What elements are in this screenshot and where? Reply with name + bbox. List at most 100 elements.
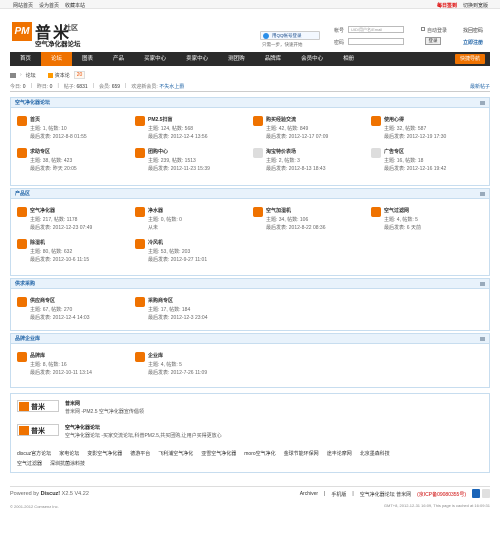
text-link[interactable]: discuz官方论坛 bbox=[17, 450, 51, 457]
water-icon[interactable] bbox=[135, 207, 145, 217]
text-link[interactable]: 变影空气净化器 bbox=[87, 450, 122, 457]
nav-products[interactable]: 产品 bbox=[103, 52, 134, 66]
text-link[interactable]: moro空气净化 bbox=[244, 450, 275, 457]
purifier-icon[interactable] bbox=[17, 207, 27, 217]
text-link[interactable]: 深圳抗菌涂料技 bbox=[50, 460, 85, 467]
section-header[interactable]: 产品区 bbox=[11, 189, 489, 199]
nav-buyer-center[interactable]: 买家中心 bbox=[134, 52, 176, 66]
link-logo-forum[interactable]: 普米 bbox=[17, 424, 59, 436]
account-input[interactable]: UID/用户名/Email bbox=[348, 26, 404, 33]
collapse-icon[interactable] bbox=[480, 192, 485, 196]
forum-name[interactable]: 冷风机 bbox=[148, 239, 163, 246]
newest-posts-link[interactable]: 最新帖子 bbox=[470, 83, 490, 90]
forum-item[interactable]: 冷风机 主题: 53, 帖数: 203 最后发表: 2012-9-27 11:01 bbox=[135, 239, 249, 267]
nav-home[interactable]: 首页 bbox=[10, 52, 41, 66]
text-link[interactable]: 空气过滤器 bbox=[17, 460, 42, 467]
forum-item[interactable]: 企业库 主题: 4, 帖数: 5 最后发表: 2012-7-26 11:09 bbox=[135, 352, 249, 380]
text-link[interactable]: 北京墨森科技 bbox=[360, 450, 390, 457]
nav-charts[interactable]: 图表 bbox=[72, 52, 103, 66]
forum-item[interactable]: PM2.5扫盲 主题: 124, 帖数: 568 最后发表: 2012-12-4 1… bbox=[135, 116, 249, 144]
auto-login-checkbox[interactable] bbox=[421, 27, 425, 31]
forum-name[interactable]: 供应商专区 bbox=[30, 297, 55, 304]
forum-name[interactable]: 使用心得 bbox=[384, 116, 404, 123]
forum-name[interactable]: 除湿机 bbox=[30, 239, 45, 246]
nav-brands[interactable]: 品牌库 bbox=[255, 52, 292, 66]
mobile-link[interactable]: 手机版 bbox=[331, 491, 346, 498]
forum-item[interactable]: 首页 主题: 1, 帖数: 10 最后发表: 2012-8-8 01:55 bbox=[17, 116, 131, 144]
buyer-icon[interactable] bbox=[135, 297, 145, 307]
forum-name[interactable]: 求助专区 bbox=[30, 148, 50, 155]
forum-item[interactable]: 采购商专区 主题: 17, 帖数: 184 最后发表: 2012-12-3 23:0… bbox=[135, 297, 249, 325]
collapse-icon[interactable] bbox=[480, 282, 485, 286]
chat-icon[interactable] bbox=[253, 116, 263, 126]
forum-item[interactable]: 供应商专区 主题: 67, 帖数: 270 最后发表: 2012-12-4 14:0… bbox=[17, 297, 131, 325]
link-logo-pumi[interactable]: 普米 bbox=[17, 400, 59, 412]
forum-name[interactable]: 购买经验交流 bbox=[266, 116, 296, 123]
nav-forum[interactable]: 论坛 bbox=[41, 52, 73, 66]
humidifier-icon[interactable] bbox=[253, 207, 263, 217]
link-set-home[interactable]: 设为首页 bbox=[39, 2, 59, 9]
bubble-icon[interactable] bbox=[371, 148, 381, 158]
company-icon[interactable] bbox=[135, 352, 145, 362]
badge-icon[interactable] bbox=[482, 489, 490, 498]
forum-name[interactable]: PM2.5扫盲 bbox=[148, 116, 172, 123]
forum-item[interactable]: 求助专区 主题: 38, 帖数: 423 最后发表: 昨天 20:05 bbox=[17, 148, 131, 176]
forum-item[interactable]: 团购中心 主题: 239, 帖数: 1513 最后发表: 2012-11-23 15… bbox=[135, 148, 249, 176]
forum-name[interactable]: 淘宝特价表场 bbox=[266, 148, 296, 155]
collapse-icon[interactable] bbox=[480, 337, 485, 341]
login-button[interactable]: 登录 bbox=[425, 37, 441, 45]
forum-item[interactable]: 除湿机 主题: 80, 帖数: 632 最后发表: 2012-10-6 11:15 bbox=[17, 239, 131, 267]
section-header[interactable]: 品牌企业库 bbox=[11, 334, 489, 344]
nav-member-center[interactable]: 会员中心 bbox=[291, 52, 333, 66]
nav-seller-center[interactable]: 卖家中心 bbox=[176, 52, 218, 66]
home-icon[interactable] bbox=[10, 72, 16, 78]
rss-feed[interactable]: 资本论 bbox=[47, 72, 70, 79]
user-icon[interactable] bbox=[371, 116, 381, 126]
forum-item[interactable]: 使用心得 主题: 32, 帖数: 587 最后发表: 2012-12-19 17:3… bbox=[371, 116, 485, 144]
section-header[interactable]: 供求采购 bbox=[11, 279, 489, 289]
forum-item[interactable]: 空气加湿机 主题: 34, 帖数: 106 最后发表: 2012-8-22 08:3… bbox=[253, 207, 367, 235]
forum-name[interactable]: 首页 bbox=[30, 116, 40, 123]
icp-link[interactable]: (京ICP备09080355号) bbox=[417, 491, 466, 498]
link-favorite[interactable]: 收藏本站 bbox=[65, 2, 85, 9]
forgot-password-link[interactable]: 找回密码 bbox=[463, 27, 483, 34]
link-name[interactable]: 空气净化器论坛 bbox=[65, 424, 100, 431]
qq-login-button[interactable]: 用QQ帐号登录 bbox=[260, 31, 320, 40]
badge-icon[interactable] bbox=[472, 489, 480, 498]
forum-name[interactable]: 空气净化器 bbox=[30, 207, 55, 214]
text-link[interactable]: 途丰论摩网 bbox=[327, 450, 352, 457]
chart-icon[interactable] bbox=[135, 116, 145, 126]
group-buy-icon[interactable] bbox=[135, 148, 145, 158]
text-link[interactable]: 德游平台 bbox=[130, 450, 150, 457]
link-home[interactable]: 网站首页 bbox=[13, 2, 33, 9]
collapse-icon[interactable] bbox=[480, 101, 485, 105]
nav-album[interactable]: 相册 bbox=[333, 52, 364, 66]
password-input[interactable] bbox=[348, 38, 404, 45]
forum-name[interactable]: 企业库 bbox=[148, 352, 163, 359]
forum-item[interactable]: 广告专区 主题: 16, 帖数: 18 最后发表: 2012-12-16 19:42 bbox=[371, 148, 485, 176]
text-link[interactable]: 家电论坛 bbox=[59, 450, 79, 457]
link-wide-version[interactable]: 切换到宽版 bbox=[463, 2, 488, 9]
forum-name[interactable]: 品牌库 bbox=[30, 352, 45, 359]
dehumidifier-icon[interactable] bbox=[17, 239, 27, 249]
text-link[interactable]: 飞利浦空气净化 bbox=[158, 450, 193, 457]
supply-icon[interactable] bbox=[17, 297, 27, 307]
quick-nav-button[interactable]: 快捷导航 bbox=[454, 54, 485, 64]
text-link[interactable]: 金球节能环保网 bbox=[284, 450, 319, 457]
question-icon[interactable] bbox=[17, 148, 27, 158]
fan-icon[interactable] bbox=[135, 239, 145, 249]
nav-group-test[interactable]: 测团购 bbox=[218, 52, 255, 66]
forum-item[interactable]: 购买经验交流 主题: 42, 帖数: 849 最后发表: 2012-12-17 07… bbox=[253, 116, 367, 144]
forum-item[interactable]: 空气过滤网 主题: 4, 帖数: 5 最后发表: 6 天前 bbox=[371, 207, 485, 235]
forum-name[interactable]: 采购商专区 bbox=[148, 297, 173, 304]
breadcrumb-forum[interactable]: 论坛 bbox=[26, 72, 36, 79]
section-header[interactable]: 空气净化器论坛 bbox=[11, 98, 489, 108]
forum-name[interactable]: 净水器 bbox=[148, 207, 163, 214]
forum-item[interactable]: 净水器 主题: 0, 帖数: 0 从未 bbox=[135, 207, 249, 235]
forum-item[interactable]: 品牌库 主题: 8, 帖数: 16 最后发表: 2012-10-11 13:14 bbox=[17, 352, 131, 380]
brand-icon[interactable] bbox=[17, 352, 27, 362]
bubble-icon[interactable] bbox=[253, 148, 263, 158]
link-daily-signin[interactable]: 每日签到 bbox=[437, 2, 457, 9]
new-member-link[interactable]: 不失水上爵 bbox=[159, 84, 184, 90]
forum-item[interactable]: 淘宝特价表场 主题: 2, 帖数: 3 最后发表: 2012-8-13 18:43 bbox=[253, 148, 367, 176]
